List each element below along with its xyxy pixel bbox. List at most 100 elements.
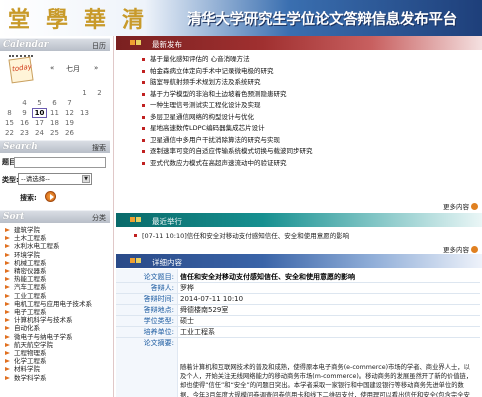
calendar-day[interactable]: 12 <box>62 108 77 118</box>
calendar-day-today[interactable]: 10 <box>32 108 47 118</box>
calendar-day[interactable]: 2 <box>92 88 107 98</box>
department-link[interactable]: 建筑学院 <box>2 226 108 234</box>
type-select-value: --请选择-- <box>21 175 50 183</box>
department-link[interactable]: 环境学院 <box>2 251 108 259</box>
department-link[interactable]: 自动化系 <box>2 324 108 332</box>
calendar-day <box>17 88 32 98</box>
news-more-link[interactable]: 更多内容 <box>443 201 478 211</box>
calendar-day <box>92 118 107 128</box>
abstract-text: 随着计算机和互联网技术的普及和成熟，使得原本电子商务(e-commerce)市场… <box>180 364 473 397</box>
news-item-link[interactable]: 多层卫星通信网络的构型设计与优化 <box>142 112 462 124</box>
calendar-day[interactable]: 24 <box>32 128 47 138</box>
detail-label: 培养单位: <box>143 328 174 336</box>
detail-row: 答辩人: 罗桦 <box>116 283 480 294</box>
type-field-label: 类型: <box>2 176 19 184</box>
calendar-week: 15 16 17 18 19 <box>2 118 108 128</box>
recent-events-header: 最近举行 <box>116 213 482 227</box>
news-item-link[interactable]: 亚式代数应力模式在高超声速流动中的验证研究 <box>142 158 462 170</box>
calendar-day[interactable]: 9 <box>17 108 32 118</box>
calendar-day[interactable]: 18 <box>47 118 62 128</box>
site-logo[interactable]: 堂學華清 <box>8 2 160 34</box>
type-select[interactable]: --请选择-- ▼ <box>18 173 92 185</box>
next-month-button[interactable]: » <box>94 64 98 72</box>
calendar-icon: today <box>8 55 34 84</box>
calendar-day <box>32 88 47 98</box>
news-item-link[interactable]: 逐制速率可变的自适应传输系统模式切换与载波同步研究 <box>142 146 462 158</box>
calendar-day <box>62 88 77 98</box>
department-link[interactable]: 微电子与纳电子学系 <box>2 333 108 341</box>
month-label: 七月 <box>66 65 80 73</box>
department-link[interactable]: 材料学院 <box>2 365 108 373</box>
department-list: 建筑学院 土木工程系 水利水电工程系 环境学院 机械工程系 精密仪器系 热能工程系 汽车工程系… <box>2 226 108 382</box>
detail-label: 论文题目: <box>143 273 174 281</box>
department-link[interactable]: 数学科学系 <box>2 374 108 382</box>
news-item-link[interactable]: 基于力学模型的非治和土边坡着色预测隐患研究 <box>142 89 462 101</box>
detail-value: 罗桦 <box>180 284 194 292</box>
detail-row: 论文摘要: <box>116 338 480 349</box>
department-link[interactable]: 电机工程与应用电子技术系 <box>2 300 108 308</box>
detail-value: 2014-07-11 10:10 <box>180 295 244 303</box>
calendar-day <box>92 98 107 108</box>
calendar-day[interactable]: 17 <box>32 118 47 128</box>
calendar-day <box>77 128 92 138</box>
detail-value: 工业工程系 <box>180 328 215 336</box>
calendar-day[interactable]: 23 <box>17 128 32 138</box>
calendar-day[interactable]: 16 <box>17 118 32 128</box>
calendar-day[interactable]: 1 <box>77 88 92 98</box>
detail-panel: 论文题目: 信任和安全对移动支付感知信任、安全和使用意愿的影响 答辩人: 罗桦 答辩时间… <box>116 269 480 397</box>
department-link[interactable]: 水利水电工程系 <box>2 242 108 250</box>
calendar-day[interactable]: 8 <box>2 108 17 118</box>
calendar-day <box>77 98 92 108</box>
prev-month-button[interactable]: « <box>50 64 54 72</box>
calendar-day[interactable]: 19 <box>62 118 77 128</box>
events-more-link[interactable]: 更多内容 <box>443 244 478 254</box>
news-item-link[interactable]: 基于量化感知评估的 心音消噪方法 <box>142 54 462 66</box>
calendar-header-label: 日历 <box>92 42 106 50</box>
latest-news-title: 最新发布 <box>152 40 182 49</box>
calendar-day[interactable]: 15 <box>2 118 17 128</box>
sort-header-label: 分类 <box>92 214 106 222</box>
calendar-day <box>2 88 17 98</box>
calendar-day[interactable]: 6 <box>47 98 62 108</box>
department-link[interactable]: 电子工程系 <box>2 308 108 316</box>
calendar-day[interactable]: 25 <box>47 128 62 138</box>
calendar-day[interactable]: 13 <box>77 108 92 118</box>
department-link[interactable]: 精密仪器系 <box>2 267 108 275</box>
detail-label: 答辩人: <box>150 284 174 292</box>
calendar-day[interactable]: 7 <box>62 98 77 108</box>
department-link[interactable]: 工业工程系 <box>2 292 108 300</box>
sort-title: Sort <box>3 212 25 222</box>
title-search-input[interactable] <box>14 157 106 168</box>
detail-row: 答辩时间: 2014-07-11 10:10 <box>116 294 480 305</box>
search-header: Search 搜索 <box>0 140 110 153</box>
news-item-link[interactable]: 卫星通信中多用户干扰消除算法的研究与实现 <box>142 135 462 147</box>
main-content: 最新发布 基于量化感知评估的 心音消噪方法 帕金森病立体定向手术中记录微电极的研究… <box>116 36 482 397</box>
calendar-day[interactable]: 5 <box>32 98 47 108</box>
event-item-link[interactable]: [07-11 10:10]信任和安全对移动支付感知信任、安全和使用意愿的影响 <box>134 231 474 241</box>
section-icon <box>130 215 144 225</box>
latest-news-list: 基于量化感知评估的 心音消噪方法 帕金森病立体定向手术中记录微电极的研究 脑室导航射… <box>142 54 462 169</box>
calendar-day[interactable]: 11 <box>47 108 62 118</box>
calendar-week: 8 9 10 11 12 13 <box>2 108 108 118</box>
calendar-day <box>92 108 107 118</box>
search-submit-button[interactable] <box>45 191 56 202</box>
news-item-link[interactable]: 脑室导航射频手术规划方法及系统研究 <box>142 77 462 89</box>
calendar-day[interactable]: 22 <box>2 128 17 138</box>
news-item-link[interactable]: 星地高速数传LDPC编码器集成芯片设计 <box>142 123 462 135</box>
calendar-day[interactable]: 26 <box>62 128 77 138</box>
detail-table: 论文题目: 信任和安全对移动支付感知信任、安全和使用意愿的影响 答辩人: 罗桦 答辩时间… <box>116 272 480 349</box>
department-link[interactable]: 机械工程系 <box>2 259 108 267</box>
detail-label: 答辩时间: <box>143 295 174 303</box>
section-icon <box>130 38 144 48</box>
calendar-day[interactable]: 4 <box>17 98 32 108</box>
search-title: Search <box>3 142 38 152</box>
chevron-down-icon[interactable]: ▼ <box>82 175 90 183</box>
detail-row: 答辩地点: 舜德楼南529室 <box>116 305 480 316</box>
search-submit-label: 搜索: <box>20 194 37 202</box>
news-item-link[interactable]: 一种生理信号测试实工程化设计及实现 <box>142 100 462 112</box>
news-item-link[interactable]: 帕金森病立体定向手术中记录微电极的研究 <box>142 66 462 78</box>
department-link[interactable]: 航天航空学院 <box>2 341 108 349</box>
detail-label: 学位类型: <box>143 317 174 325</box>
department-link[interactable]: 汽车工程系 <box>2 283 108 291</box>
calendar-day <box>92 128 107 138</box>
